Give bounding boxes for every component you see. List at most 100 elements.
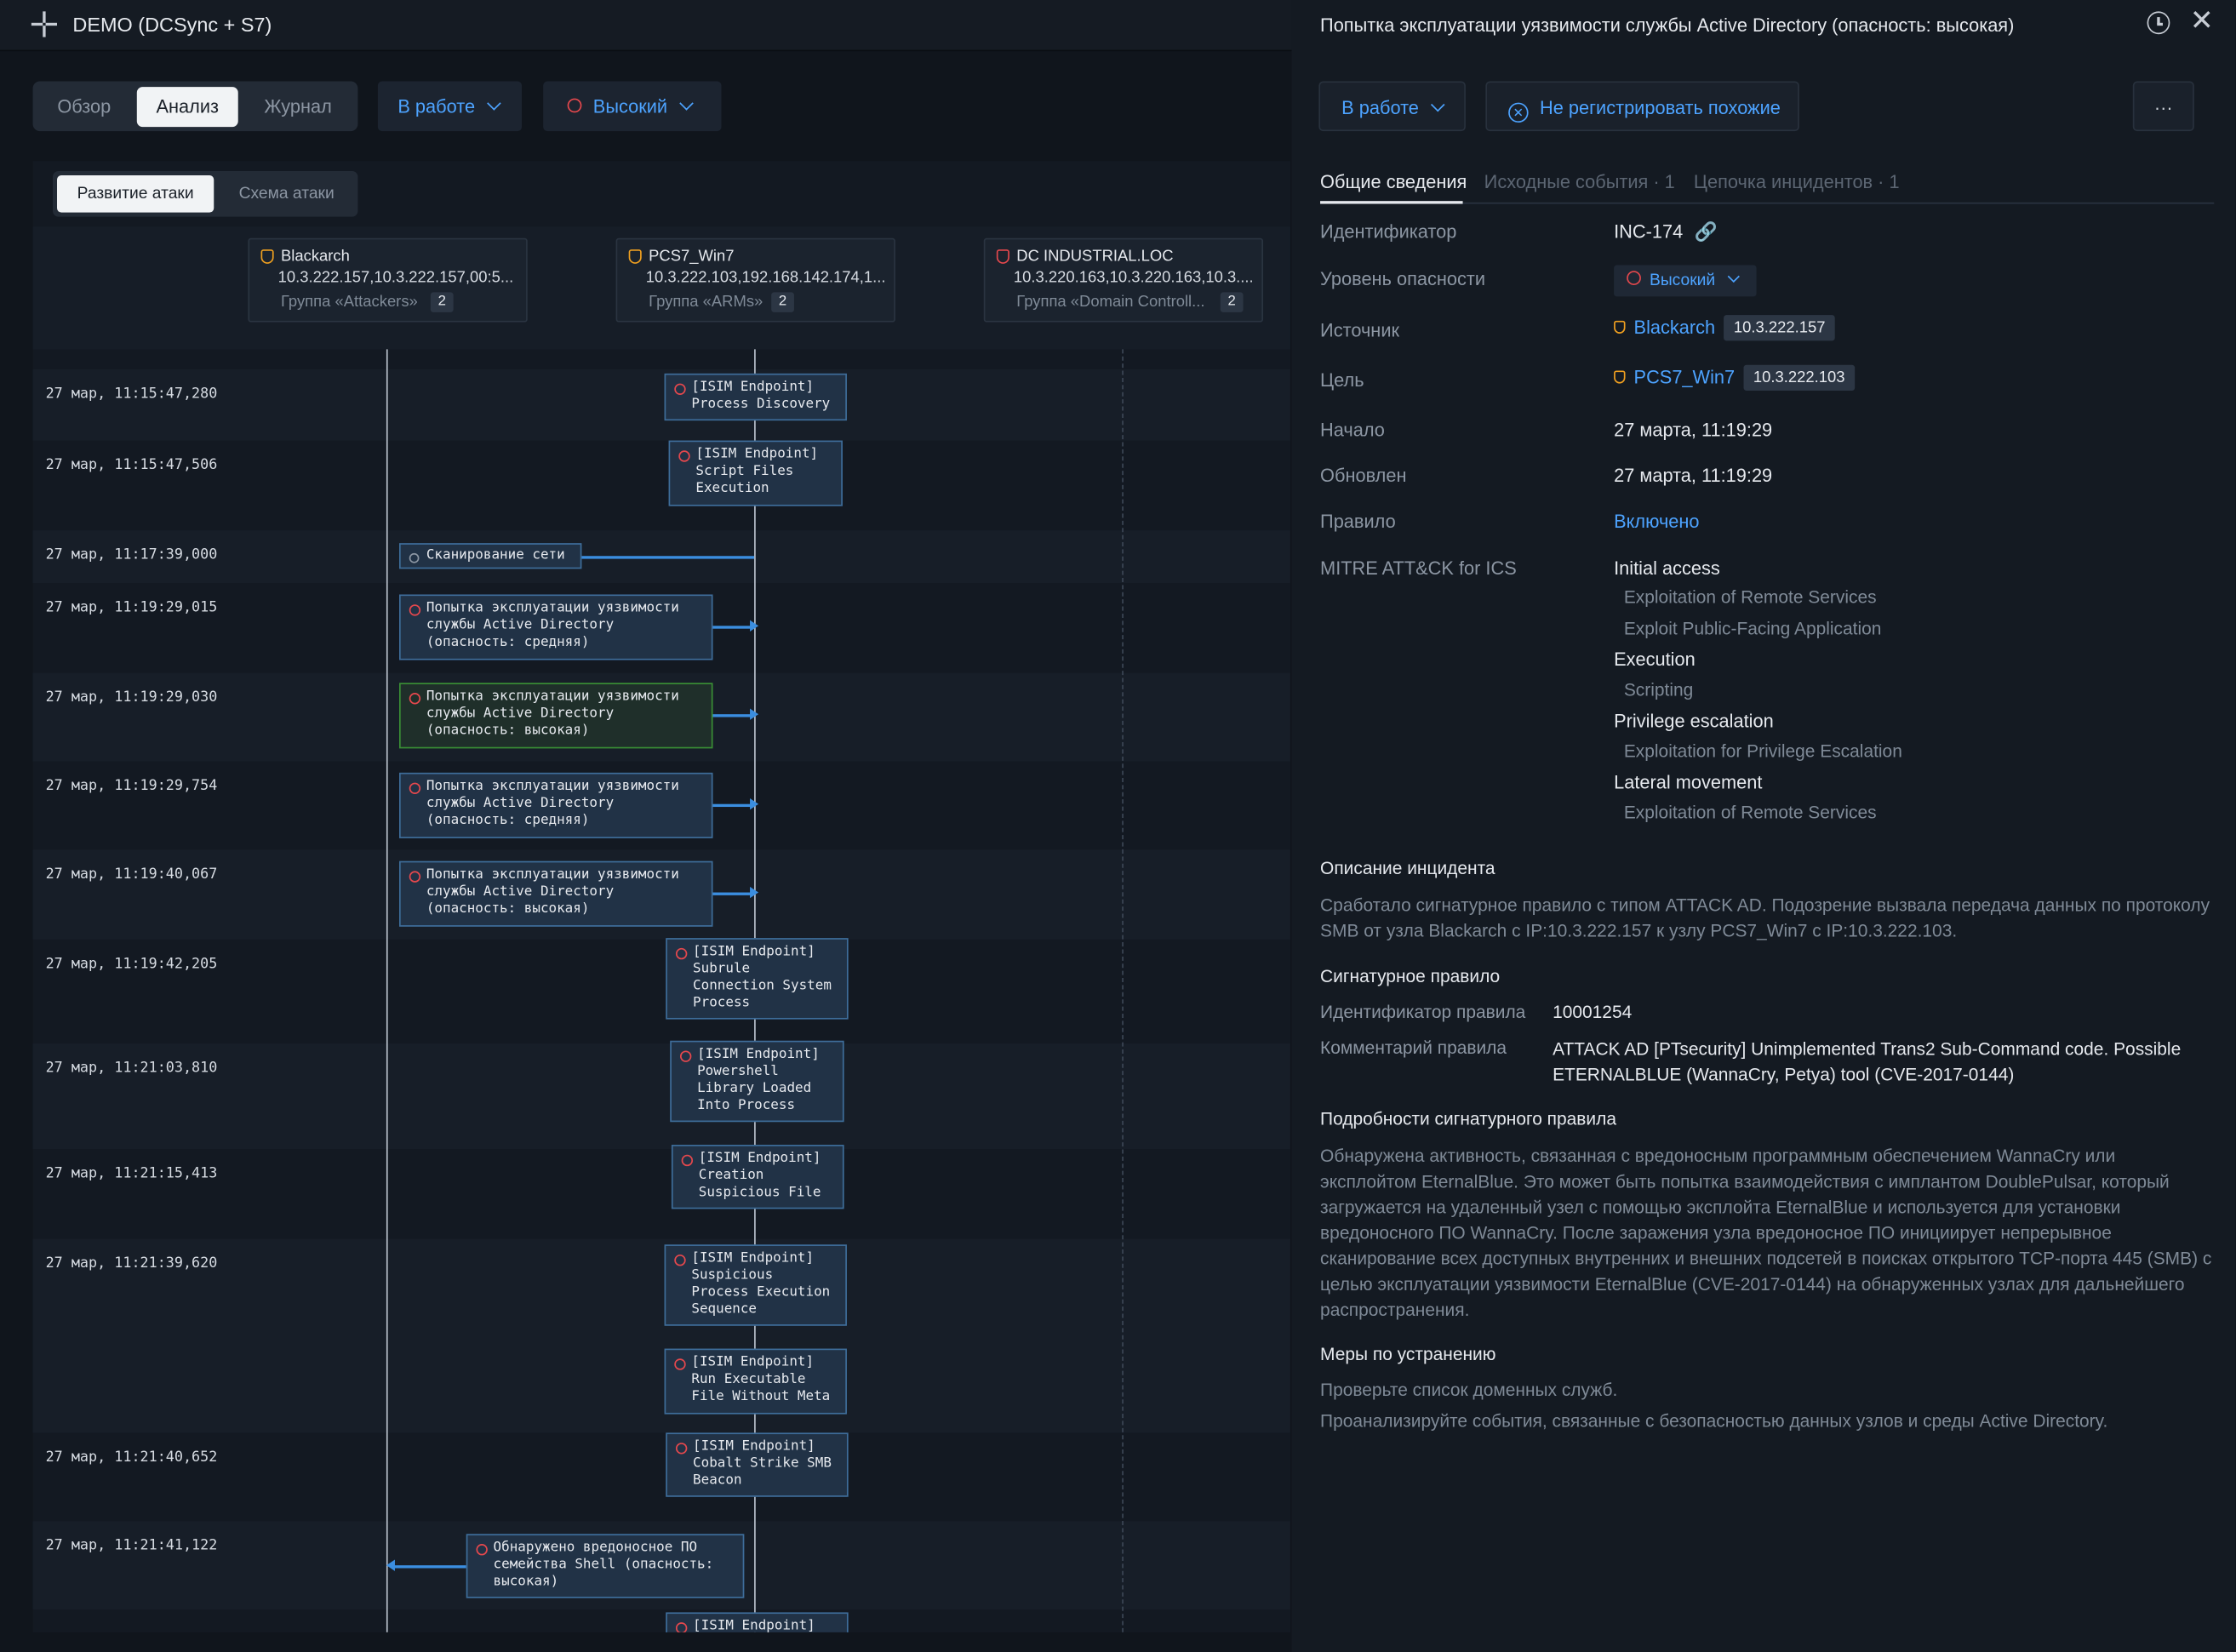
timeline-event[interactable]: [ISIM Endpoint] Powershell Library Loade… — [670, 1040, 844, 1123]
timeline-event[interactable]: Сканирование сети — [399, 543, 582, 569]
timeline-row: 27 мар, 11:15:47,280 — [32, 369, 1290, 441]
timeline-event[interactable]: Попытка эксплуатации уязвимости службы A… — [399, 594, 713, 660]
timeline-event[interactable]: Обнаружено вредоносное ПО семейства Shel… — [466, 1534, 745, 1598]
remediation-item: Проанализируйте события, связанные с без… — [1320, 1411, 2108, 1432]
arrow-head-icon — [750, 708, 759, 720]
tab-source-events[interactable]: Исходные события · 1 — [1484, 171, 1675, 192]
timeline-event[interactable]: [ISIM Endpoint] Subrule Connection Syste… — [666, 938, 849, 1020]
alert-icon — [674, 1255, 686, 1266]
rule-comment-label: Комментарий правила — [1320, 1038, 1507, 1058]
mitre-technique[interactable]: Exploitation of Remote Services — [1624, 587, 1877, 607]
lifeline-blackarch — [386, 349, 388, 1632]
tab-attack-scheme[interactable]: Схема атаки — [221, 175, 352, 213]
shield-icon — [260, 249, 274, 264]
target-value: PCS7_Win7 10.3.222.103 — [1614, 364, 1856, 392]
lifeline-dc — [1122, 349, 1124, 1632]
ignore-similar-button[interactable]: ✕ Не регистрировать похожие — [1485, 81, 1799, 132]
severity-dropdown[interactable]: Высокий — [543, 81, 722, 132]
tab-general[interactable]: Общие сведения — [1320, 171, 1467, 192]
status-dropdown-label: В работе — [397, 95, 476, 117]
host-count-badge: 2 — [771, 292, 794, 312]
timeline-event[interactable]: [ISIM Endpoint] Script Files Execution — [668, 440, 843, 506]
host-name: DC INDUSTRIAL.LOC — [1016, 248, 1174, 266]
alert-icon — [678, 450, 690, 462]
alert-icon — [679, 1050, 692, 1062]
timeline-event[interactable]: [ISIM Endpoint] Suspicious Process Execu… — [664, 1244, 847, 1326]
attack-timeline: Развитие атаки Схема атаки 27 мар, 11:15… — [32, 161, 1290, 1632]
timeline-row: 27 мар, 11:21:15,413 — [45, 1166, 218, 1182]
description-heading: Описание инцидента — [1320, 858, 1495, 878]
cancel-circle-icon: ✕ — [1508, 102, 1529, 123]
tab-attack-progress[interactable]: Развитие атаки — [57, 175, 214, 213]
host-card-dc[interactable]: DC INDUSTRIAL.LOC 10.3.220.163,10.3.220.… — [983, 237, 1264, 323]
host-count-badge: 2 — [1220, 292, 1244, 312]
chevron-down-icon — [679, 96, 694, 111]
view-tabs: Обзор Анализ Журнал — [32, 81, 358, 132]
tab-overview[interactable]: Обзор — [42, 87, 128, 127]
timeline-row: 27 мар, 11:21:40,652 — [45, 1449, 218, 1466]
start-label: Начало — [1320, 419, 1385, 441]
host-card-pcs7[interactable]: PCS7_Win7 10.3.222.103,192.168.142.174,1… — [615, 237, 895, 323]
timeline-event[interactable]: Попытка эксплуатации уязвимости службы A… — [399, 860, 713, 927]
timeline-row: 27 мар, 11:21:39,620 — [32, 1238, 1290, 1433]
alert-icon — [674, 383, 686, 395]
mitre-tactic: Privilege escalation — [1614, 710, 1774, 732]
severity-badge[interactable]: Высокий — [1614, 265, 1757, 297]
remediation-item: Проверьте список доменных служб. — [1320, 1380, 1618, 1400]
mitre-technique[interactable]: Exploitation of Remote Services — [1624, 803, 1877, 822]
host-group: Группа «Attackers» — [280, 294, 418, 312]
flow-arrow — [712, 892, 755, 895]
timeline-event[interactable]: [ISIM Endpoint] — [666, 1612, 849, 1632]
top-bar: DEMO (DCSync + S7) — [0, 0, 1292, 52]
source-host-link[interactable]: Blackarch — [1634, 317, 1716, 338]
host-group: Группа «ARMs» — [649, 294, 763, 312]
status-label: В работе — [1341, 96, 1419, 119]
timeline-event[interactable]: [ISIM Endpoint] Run Executable File With… — [664, 1348, 847, 1415]
incident-status-dropdown[interactable]: В работе — [1318, 81, 1466, 132]
timeline-row: 27 мар, 11:21:03,810 — [32, 1043, 1290, 1150]
host-ips: 10.3.220.163,10.3.220.163,10.3.... — [1013, 269, 1254, 287]
active-tab-indicator — [1320, 201, 1463, 204]
tab-analysis[interactable]: Анализ — [136, 87, 238, 128]
timeline-event-selected[interactable]: Попытка эксплуатации уязвимости службы A… — [399, 683, 713, 749]
alert-icon — [476, 1544, 488, 1556]
source-ip-chip: 10.3.222.157 — [1724, 315, 1836, 341]
arrow-head-icon — [750, 620, 759, 632]
mitre-technique[interactable]: Exploitation for Privilege Escalation — [1624, 741, 1902, 761]
host-count-badge: 2 — [430, 292, 454, 312]
close-icon[interactable]: ✕ — [2190, 6, 2214, 37]
ignore-similar-label: Не регистрировать похожие — [1540, 96, 1781, 119]
target-host-link[interactable]: PCS7_Win7 — [1634, 366, 1736, 387]
mitre-technique[interactable]: Scripting — [1624, 680, 1693, 700]
tab-incident-chain[interactable]: Цепочка инцидентов · 1 — [1694, 171, 1900, 192]
alert-icon — [409, 693, 421, 705]
tab-journal[interactable]: Журнал — [247, 87, 350, 127]
more-button[interactable]: ··· — [2132, 81, 2194, 132]
timeline-row: 27 мар, 11:15:47,506 — [45, 457, 218, 474]
chevron-down-icon — [487, 96, 501, 111]
updated-value: 27 марта, 11:19:29 — [1614, 465, 1773, 487]
alert-icon — [409, 782, 421, 794]
timeline-event[interactable]: [ISIM Endpoint] Cobalt Strike SMB Beacon — [666, 1432, 849, 1497]
timeline-event[interactable]: [ISIM Endpoint] Creation Suspicious File — [671, 1145, 844, 1209]
alert-icon — [675, 947, 688, 960]
host-card-blackarch[interactable]: Blackarch 10.3.222.157,10.3.222.157,00:5… — [248, 237, 528, 323]
incident-analysis-pane: DEMO (DCSync + S7) Обзор Анализ Журнал В… — [0, 0, 1292, 1652]
app-title: DEMO (DCSync + S7) — [72, 13, 272, 36]
app-root: DEMO (DCSync + S7) Обзор Анализ Журнал В… — [0, 0, 2236, 1652]
status-dropdown[interactable]: В работе — [377, 81, 523, 132]
incident-title: Попытка эксплуатации уязвимости службы A… — [1320, 14, 2015, 36]
graph-subtabs: Развитие атаки Схема атаки — [52, 171, 358, 217]
flow-arrow — [712, 626, 755, 628]
timeline-event[interactable]: [ISIM Endpoint] Process Discovery — [664, 373, 847, 421]
link-icon[interactable]: 🔗 — [1695, 221, 1718, 243]
target-label: Цель — [1320, 369, 1364, 391]
mitre-technique[interactable]: Exploit Public-Facing Application — [1624, 619, 1882, 638]
id-value: INC-174 🔗 — [1614, 220, 1718, 243]
mitre-tactic: Execution — [1614, 649, 1696, 671]
history-icon[interactable] — [2147, 11, 2170, 35]
timeline-event[interactable]: Попытка эксплуатации уязвимости службы A… — [399, 772, 713, 838]
severity-label: Уровень опасности — [1320, 267, 1486, 290]
host-name: Blackarch — [280, 248, 350, 266]
rule-link[interactable]: Включено — [1614, 511, 1699, 532]
